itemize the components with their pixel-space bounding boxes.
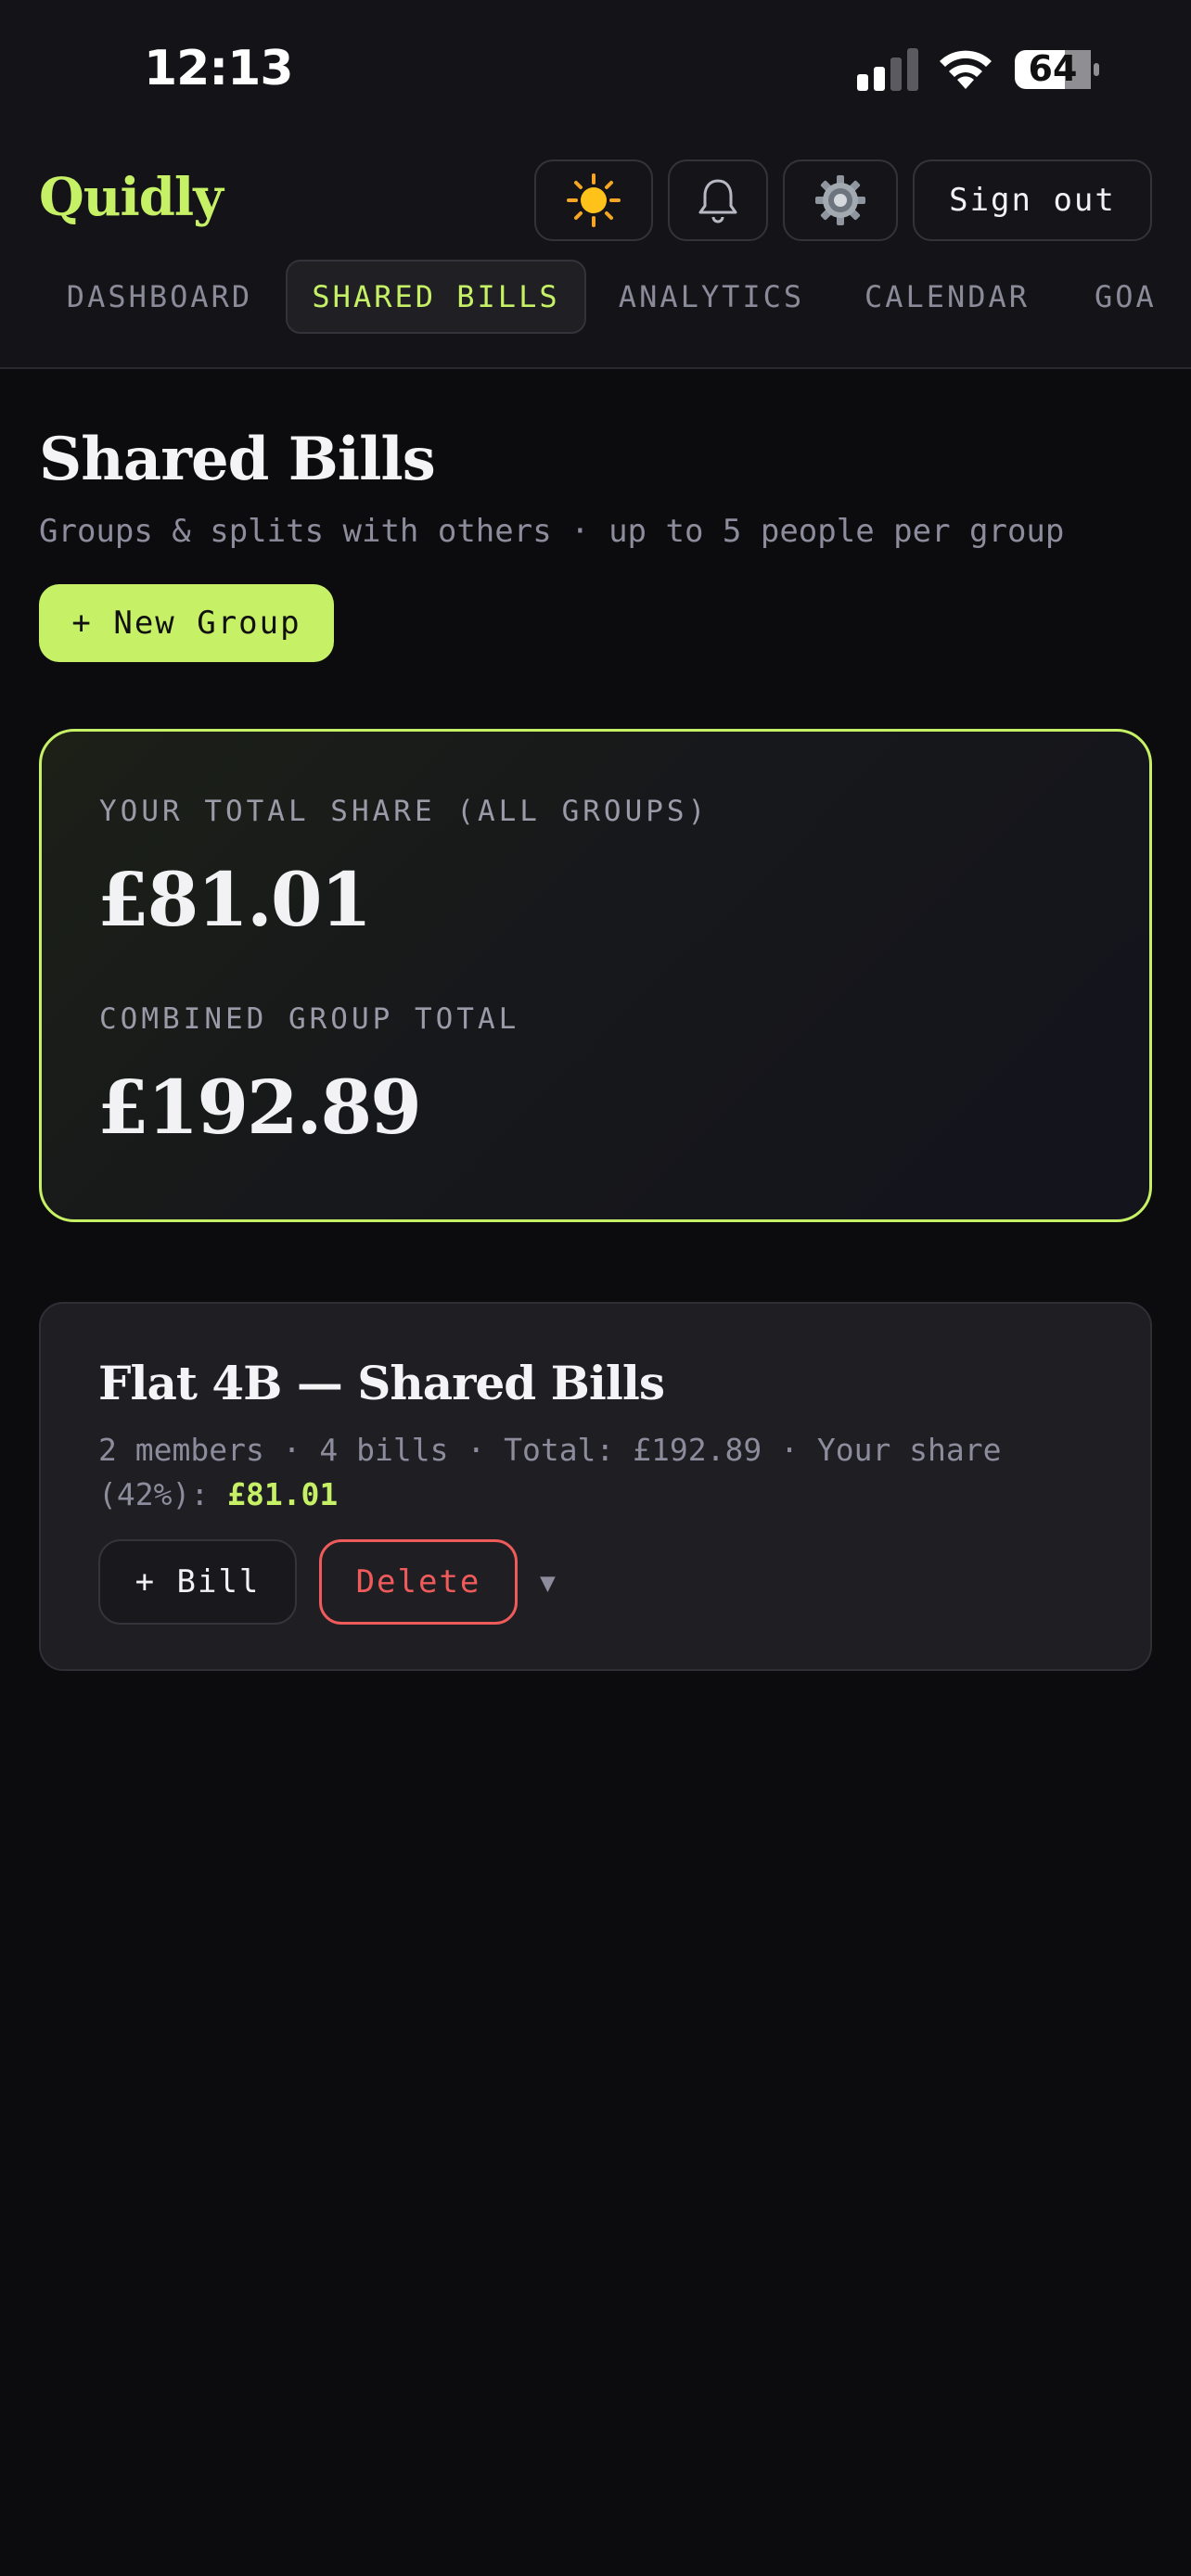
group-title[interactable]: Flat 4B — Shared Bills xyxy=(98,1356,665,1410)
add-bill-button[interactable]: + Bill xyxy=(98,1539,297,1625)
group-card: Flat 4B — Shared Bills 2 members · 4 bil… xyxy=(39,1302,1152,1671)
expand-chevron-icon[interactable]: ▼ xyxy=(540,1567,556,1598)
gear-icon xyxy=(815,175,865,225)
settings-button[interactable] xyxy=(783,159,898,241)
status-time: 12:13 xyxy=(144,41,294,96)
sign-out-button[interactable]: Sign out xyxy=(913,159,1152,241)
combined-total-value: £192.89 xyxy=(97,1064,422,1151)
cellular-signal-icon xyxy=(857,48,918,91)
combined-total-label: COMBINED GROUP TOTAL xyxy=(99,1002,520,1036)
notifications-button[interactable] xyxy=(668,159,768,241)
wifi-icon xyxy=(940,50,992,89)
group-share-amount: £81.01 xyxy=(227,1476,339,1512)
new-group-button[interactable]: + New Group xyxy=(39,584,334,662)
tab-analytics[interactable]: ANALYTICS xyxy=(603,260,820,334)
tab-dashboard[interactable]: DASHBOARD xyxy=(39,260,280,334)
brand-logo[interactable]: Quidly xyxy=(39,167,224,228)
group-meta: 2 members · 4 bills · Total: £192.89 · Y… xyxy=(98,1428,1109,1517)
delete-group-button[interactable]: Delete xyxy=(319,1539,518,1625)
total-share-value: £81.01 xyxy=(97,856,372,943)
battery-indicator: 64 xyxy=(1013,46,1102,93)
tab-goals[interactable]: GOA xyxy=(1076,260,1187,334)
summary-card: YOUR TOTAL SHARE (ALL GROUPS) £81.01 COM… xyxy=(39,729,1152,1222)
page-subtitle: Groups & splits with others · up to 5 pe… xyxy=(39,513,1065,550)
total-share-label: YOUR TOTAL SHARE (ALL GROUPS) xyxy=(99,795,710,828)
tab-shared-bills[interactable]: SHARED BILLS xyxy=(286,260,586,334)
bell-icon xyxy=(698,179,737,223)
theme-toggle-button[interactable] xyxy=(534,159,653,241)
tab-calendar[interactable]: CALENDAR xyxy=(840,260,1054,334)
nav-tabs: DASHBOARD SHARED BILLS ANALYTICS CALENDA… xyxy=(0,258,1191,336)
page-title: Shared Bills xyxy=(39,425,436,494)
app-header-region: 12:13 64 Quidly Sign out DASHBOARD SHARE… xyxy=(0,0,1191,369)
battery-level: 64 xyxy=(1028,48,1078,89)
sun-icon xyxy=(567,173,621,227)
